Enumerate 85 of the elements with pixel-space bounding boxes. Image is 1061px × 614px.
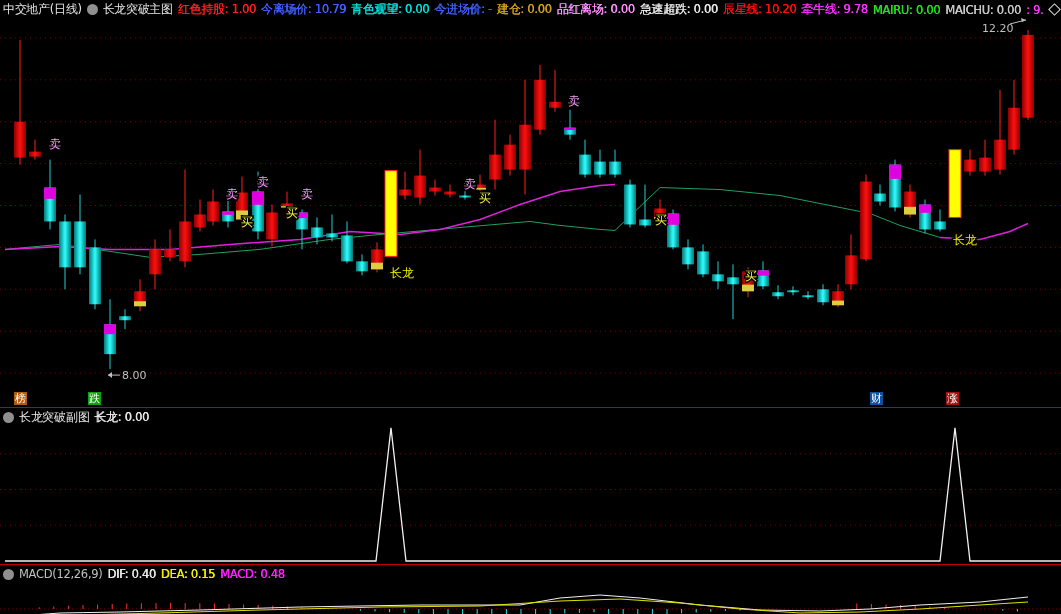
low-price-label: 8.00: [122, 369, 147, 383]
signal-label: 长龙: [390, 266, 414, 281]
readout-text: MAICHU: 0.00: [945, 2, 1021, 17]
candlestick: [119, 308, 131, 330]
readout-text: 红色持股: 1.00: [177, 2, 256, 17]
readout-text: 今进场价: -: [434, 2, 492, 17]
panel-title: MACD(12,26,9): [19, 567, 103, 581]
candlestick: [89, 238, 101, 310]
readout-text: 长龙: 0.00: [94, 410, 149, 425]
event-tag[interactable]: 财: [870, 392, 883, 405]
candlestick: [266, 204, 278, 247]
candlestick: [639, 184, 651, 228]
candlestick: [919, 199, 931, 234]
candlestick: [104, 298, 116, 370]
indicator-title: 长龙突破主图: [102, 2, 173, 17]
signal-label: 卖: [301, 186, 313, 201]
candlestick: [504, 134, 516, 177]
candlestick: [356, 253, 368, 276]
candlestick: [682, 238, 694, 270]
readout-text: 牵牛线: 9.78: [801, 2, 868, 17]
candlestick: [594, 149, 606, 179]
candlestick: [697, 243, 709, 278]
candlestick: [164, 228, 176, 262]
candlestick: [964, 149, 976, 177]
candlestick: [489, 119, 501, 191]
candlestick: [194, 199, 206, 232]
candlestick: [222, 199, 234, 228]
candlestick: [712, 260, 724, 290]
signal-label: 卖: [464, 176, 476, 191]
candlestick: [609, 149, 621, 179]
candlestick: [787, 285, 799, 296]
candlestick: [444, 184, 456, 198]
signal-label: 卖: [257, 174, 269, 189]
candlestick: [979, 139, 991, 177]
readout-text: 品红离场: 0.00: [556, 2, 635, 17]
candlestick: [534, 64, 546, 136]
readout-text: MAIRU: 0.00: [872, 2, 941, 17]
candlestick: [149, 238, 161, 290]
readout-text: 建仓: 0.00: [496, 2, 552, 17]
readout-text: 青色观望: 0.00: [351, 2, 430, 17]
candlestick: [889, 159, 901, 212]
signal-label: 买: [479, 190, 491, 205]
candlestick: [874, 184, 886, 206]
candlestick: [44, 159, 56, 230]
candlestick: [296, 209, 308, 250]
candlestick: [817, 283, 829, 306]
readout-text: DEA: 0.15: [160, 567, 216, 581]
stock-title: 中交地产(日线): [3, 2, 82, 17]
candlestick: [727, 263, 739, 320]
signal-label: 卖: [226, 186, 238, 201]
candlestick: [934, 209, 946, 232]
candlestick: [904, 184, 916, 218]
candlestick: [29, 139, 41, 161]
arrow-icon: [1009, 17, 1027, 25]
readout-text: 辰星线: 10.20: [722, 2, 797, 17]
signal-label: 卖: [568, 93, 580, 108]
signal-label: 买: [241, 215, 253, 230]
signal-label: 买: [655, 213, 667, 228]
candlestick: [207, 189, 219, 226]
candlestick: [772, 284, 784, 300]
candlestick: [802, 290, 814, 300]
high-price-label: 12.20: [982, 21, 1014, 35]
event-tag[interactable]: 涨: [946, 392, 959, 405]
readout-text: : 9.: [1026, 2, 1044, 17]
readout-text: DIF: 0.40: [107, 567, 156, 581]
candlestick: [326, 213, 338, 242]
candlestick: [948, 149, 962, 218]
candlestick: [549, 69, 561, 113]
candlestick: [134, 278, 146, 312]
readout-text: 急速超跌: 0.00: [639, 2, 718, 17]
readout-text: 今离场价: 10.79: [260, 2, 347, 17]
signal-label: 买: [286, 206, 298, 221]
candlestick: [564, 109, 576, 141]
event-tag[interactable]: 榜: [14, 392, 27, 405]
arrow-icon: [107, 372, 121, 379]
candlestick: [757, 260, 769, 290]
readout-text: MACD: 0.48: [220, 567, 285, 581]
candlestick: [429, 179, 441, 196]
candlestick: [624, 179, 636, 228]
candlestick: [341, 220, 353, 264]
candlestick: [311, 216, 323, 245]
candlestick: [579, 139, 591, 179]
signal-label: 卖: [49, 136, 61, 151]
panel-title: 长龙突破副图: [19, 410, 90, 425]
candlestick: [414, 149, 426, 205]
